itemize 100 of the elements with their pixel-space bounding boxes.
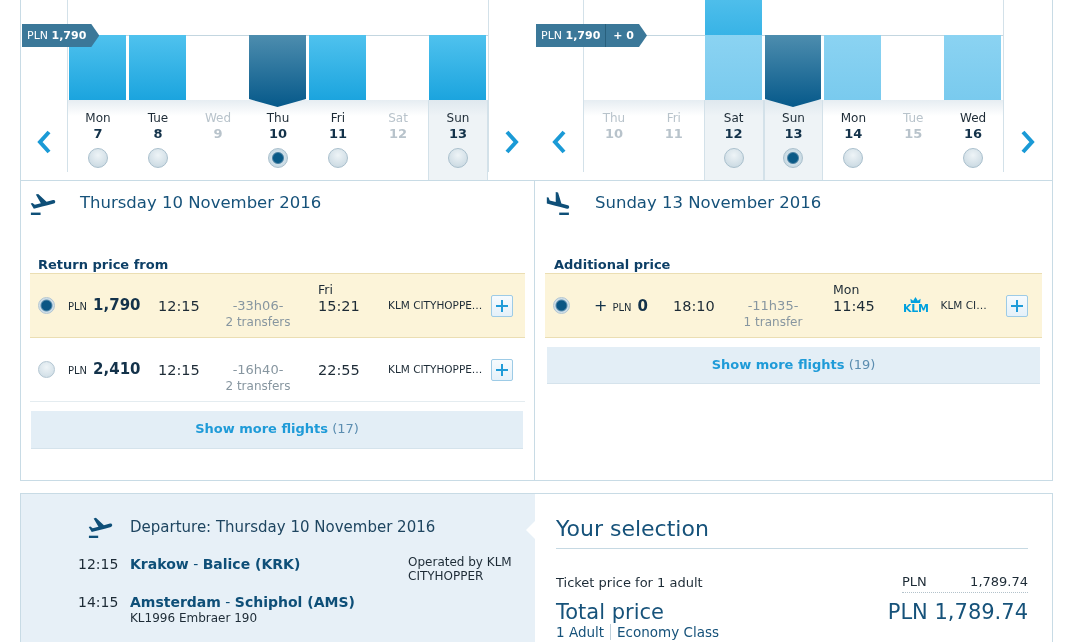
date-heading: Thursday 10 November 2016	[80, 192, 322, 214]
arrival-time: 11:45	[833, 297, 876, 314]
day-radio[interactable]	[783, 148, 804, 168]
date-label: 16	[963, 126, 984, 142]
plus-icon	[496, 363, 508, 376]
weekday-label: Thu	[601, 111, 627, 126]
day-radio[interactable]	[88, 148, 108, 168]
weekday-label: Sat	[722, 111, 745, 126]
currency-label: PLN	[902, 574, 927, 591]
day-radio[interactable]	[148, 148, 168, 168]
arrival-time: 22:55	[318, 361, 361, 378]
transfer-count: 1 transfer	[742, 313, 804, 330]
day-radio[interactable]	[963, 148, 984, 168]
price-sign: +	[594, 295, 608, 316]
date-label: 15	[903, 126, 924, 142]
arrival-day: Fri	[318, 281, 370, 298]
price-amount: 0	[637, 296, 648, 316]
crown-icon	[910, 297, 922, 303]
total-label: Total price	[556, 600, 664, 624]
plus-icon	[496, 299, 508, 312]
date-label: 11	[663, 126, 684, 142]
day-radio[interactable]	[448, 148, 468, 168]
day-radio[interactable]	[843, 148, 864, 168]
date-label: 10	[267, 126, 289, 142]
departure-heading: Departure: Thursday 10 November 2016	[130, 517, 436, 537]
airport-name: Amsterdam - Schiphol (AMS)	[130, 593, 356, 611]
date-label: 14	[843, 126, 864, 142]
chevron-right-icon[interactable]	[505, 130, 519, 154]
flight-details: KL1996 Embraer 190	[130, 611, 259, 625]
date-label: 10	[603, 126, 624, 142]
price-difference: + 0	[605, 24, 634, 47]
airport-name: Krakow - Balice (KRK)	[130, 555, 302, 573]
airline-name: KLM CITYHOPPE…	[388, 362, 483, 377]
flight-duration: -16h40-	[231, 361, 285, 378]
weekday-label: Sun	[781, 111, 806, 126]
date-label: 12	[387, 126, 409, 142]
price-bar[interactable]	[249, 35, 306, 107]
chevron-left-icon[interactable]	[37, 130, 51, 154]
airline-name: KLM CI…	[940, 298, 987, 313]
flight-row[interactable]: + PLN 0 18:10 -11h35- 1 transfer Mon 11:45 KLM KLM CI…	[545, 273, 1042, 338]
price-bar[interactable]	[764, 35, 822, 107]
transfer-count: 2 transfers	[224, 313, 292, 330]
weekday-label: Thu	[265, 111, 291, 126]
plane-takeoff-icon	[30, 191, 56, 215]
notch-icon	[526, 521, 535, 539]
date-label: 11	[327, 126, 349, 142]
flight-radio[interactable]	[38, 361, 55, 378]
stop-time: 14:15	[78, 593, 120, 612]
arrival-day: Mon	[833, 281, 885, 298]
departure-time: 12:15	[158, 297, 201, 314]
day-radio[interactable]	[328, 148, 348, 168]
date-label: 9	[212, 126, 224, 142]
currency-label: PLN	[68, 301, 88, 314]
price-label: PLN 1,790	[27, 28, 87, 43]
chevron-right-icon[interactable]	[1021, 130, 1035, 154]
day-radio[interactable]	[723, 148, 744, 168]
weekday-label: Sat	[387, 111, 409, 126]
date-label: 12	[723, 126, 744, 142]
price-label: PLN 1,790	[541, 28, 601, 43]
ticket-price: 1,789.74	[970, 574, 1028, 591]
day-radio[interactable]	[268, 148, 288, 168]
weekday-label: Fri	[665, 111, 682, 126]
operator-note: Operated by KLM CITYHOPPER	[408, 555, 513, 583]
plus-icon	[1011, 299, 1023, 312]
logo-text: KLM	[903, 303, 929, 314]
total-price: PLN 1,789.74	[887, 600, 1028, 624]
flight-duration: -33h06-	[231, 297, 285, 314]
flight-row[interactable]: PLN 1,790 12:15 -33h06- 2 transfers Fri 15:21 KLM CITYHOPPE…	[30, 273, 525, 338]
date-heading: Sunday 13 November 2016	[595, 192, 822, 214]
stop-time: 12:15	[78, 555, 120, 574]
plane-landing-icon	[545, 191, 571, 215]
transfer-count: 2 transfers	[224, 377, 292, 394]
price-amount: 2,410	[93, 360, 141, 379]
add-button[interactable]	[1006, 294, 1028, 317]
selection-heading: Your selection	[556, 514, 1028, 549]
arrival-time: 15:21	[318, 297, 361, 314]
add-button[interactable]	[491, 294, 513, 317]
price-amount: 1,790	[93, 296, 141, 315]
weekday-label: Tue	[901, 111, 925, 126]
flight-radio[interactable]	[38, 297, 55, 314]
weekday-label: Fri	[329, 111, 347, 126]
flight-radio[interactable]	[553, 297, 570, 314]
airline-name: KLM CITYHOPPE…	[388, 298, 483, 313]
ticket-price-label: Ticket price for 1 adult	[556, 574, 703, 592]
date-label: 8	[152, 126, 164, 142]
weekday-label: Mon	[84, 111, 112, 126]
currency-label: PLN	[68, 365, 88, 378]
price-heading: Return price from	[37, 256, 170, 273]
weekday-label: Tue	[146, 111, 170, 126]
weekday-label: Wed	[959, 111, 988, 126]
weekday-label: Sun	[445, 111, 471, 126]
passenger-count: 1 Adult	[556, 624, 605, 640]
plane-takeoff-icon	[88, 516, 113, 538]
cabin-class: Economy Class	[610, 624, 720, 640]
date-label: 13	[783, 126, 804, 142]
add-button[interactable]	[491, 358, 513, 381]
date-label: 13	[447, 126, 469, 142]
price-heading: Additional price	[553, 256, 672, 273]
weekday-label: Wed	[203, 111, 233, 126]
chevron-left-icon[interactable]	[552, 130, 566, 154]
